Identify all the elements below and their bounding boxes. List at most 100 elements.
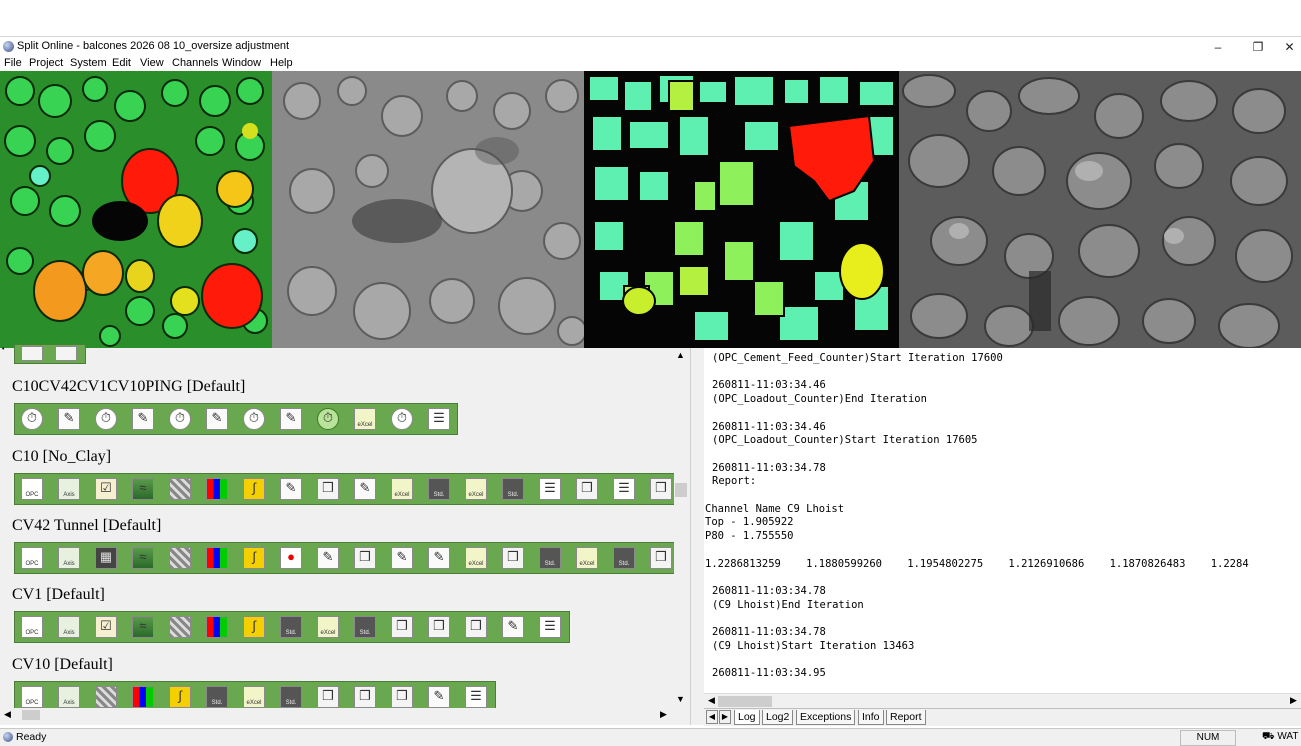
tab-info[interactable]: Info [858, 710, 884, 725]
axis-tool-icon[interactable]: Axis [58, 547, 80, 569]
std-tool-icon[interactable]: Std. [428, 478, 450, 500]
cube-tool-icon[interactable]: ❒ [391, 686, 413, 708]
check-tool-icon[interactable]: ☑ [95, 478, 117, 500]
cube-tool-icon[interactable]: ❒ [354, 686, 376, 708]
script-tool-icon[interactable]: ✎ [280, 478, 302, 500]
log-hscroll-thumb[interactable] [718, 696, 772, 707]
curve-tool-icon[interactable]: ∫ [243, 547, 265, 569]
report-tool-icon[interactable]: ☰ [428, 408, 450, 430]
script-tool-icon[interactable]: ✎ [428, 547, 450, 569]
opc-tool-icon[interactable]: OPC [21, 478, 43, 500]
tab-prev-icon[interactable]: ◀ [706, 710, 718, 724]
excel-tool-icon[interactable]: eXcel [576, 547, 598, 569]
channel-label-2[interactable]: CV42 Tunnel [Default] [12, 517, 161, 535]
curve-tool-icon[interactable]: ∫ [169, 686, 191, 708]
curve-tool-icon[interactable]: ∫ [243, 616, 265, 638]
channel-label-1[interactable]: C10 [No_Clay] [12, 448, 111, 466]
hscroll-thumb[interactable] [22, 710, 40, 720]
opc-tool-icon[interactable]: OPC [21, 616, 43, 638]
curve-tool-icon[interactable]: ∫ [243, 478, 265, 500]
rocks-tool-icon[interactable] [169, 547, 191, 569]
channel-label-4[interactable]: CV10 [Default] [12, 656, 113, 674]
left-horizontal-scrollbar[interactable]: ◀ ▶ [0, 708, 674, 722]
menu-view[interactable]: View [140, 57, 164, 69]
menu-help[interactable]: Help [270, 57, 293, 69]
excel-tool-icon[interactable]: eXcel [243, 686, 265, 708]
excel-tool-icon[interactable]: eXcel [317, 616, 339, 638]
opc-tool-icon[interactable]: OPC [21, 686, 43, 708]
excel-tool-icon[interactable]: eXcel [354, 408, 376, 430]
left-vertical-scrollbar[interactable]: ▲ ▼ [674, 348, 688, 708]
cube-tool-icon[interactable]: ❒ [650, 478, 672, 500]
timer-tool-icon[interactable]: ⏱ [243, 408, 265, 430]
cube-tool-icon[interactable]: ❒ [650, 547, 672, 569]
timer-tool-icon[interactable]: ⏱ [169, 408, 191, 430]
cube-tool-icon[interactable]: ❒ [354, 547, 376, 569]
std-tool-icon[interactable]: Std. [206, 686, 228, 708]
cube-tool-icon[interactable]: ❒ [576, 478, 598, 500]
timer-tool-icon[interactable]: ⏱ [391, 408, 413, 430]
script-tool-icon[interactable]: ✎ [58, 408, 80, 430]
minimize-button[interactable]: – [1198, 37, 1238, 57]
list-tool-icon[interactable]: ☰ [613, 478, 635, 500]
axis-tool-icon[interactable]: Axis [58, 478, 80, 500]
script-tool-icon[interactable]: ✎ [354, 478, 376, 500]
log-horizontal-scrollbar[interactable]: ◀ ▶ [704, 693, 1301, 709]
menu-window[interactable]: Window [222, 57, 261, 69]
cube-tool-icon[interactable]: ❒ [465, 616, 487, 638]
wave-tool-icon[interactable]: ≈ [132, 616, 154, 638]
raw-image-2[interactable] [899, 71, 1301, 348]
channel-label-3[interactable]: CV1 [Default] [12, 586, 105, 604]
cube-tool-icon[interactable]: ❒ [502, 547, 524, 569]
channel-label-0[interactable]: C10CV42CV1CV10PING [Default] [12, 378, 245, 396]
colors-tool-icon[interactable] [206, 616, 228, 638]
script-tool-icon[interactable]: ✎ [317, 547, 339, 569]
scroll-up-arrow-icon[interactable]: ▲ [676, 350, 685, 360]
script-tool-icon[interactable]: ✎ [428, 686, 450, 708]
cube-tool-icon[interactable]: ❒ [317, 686, 339, 708]
std-tool-icon[interactable]: Std. [354, 616, 376, 638]
cube-tool-icon[interactable]: ❒ [391, 616, 413, 638]
wave-tool-icon[interactable]: ≈ [132, 547, 154, 569]
timer-tool-icon[interactable]: ⏱ [317, 408, 339, 430]
cube-tool-icon[interactable]: ❒ [428, 616, 450, 638]
check-tool-icon[interactable]: ☑ [95, 616, 117, 638]
cube-tool-icon[interactable]: ❒ [317, 478, 339, 500]
segmented-image-1[interactable] [0, 71, 272, 348]
std-tool-icon[interactable]: Std. [613, 547, 635, 569]
timer-tool-icon[interactable]: ⏱ [95, 408, 117, 430]
timer-tool-icon[interactable]: ⏱ [21, 408, 43, 430]
timer-tool-icon[interactable] [21, 346, 43, 361]
report-tool-icon[interactable]: ☰ [465, 686, 487, 708]
rocks-tool-icon[interactable] [169, 616, 191, 638]
maximize-button[interactable]: ❐ [1238, 37, 1278, 57]
excel-tool-icon[interactable]: eXcel [391, 478, 413, 500]
list-tool-icon[interactable]: ☰ [539, 478, 561, 500]
tab-exceptions[interactable]: Exceptions [796, 710, 856, 725]
menu-channels[interactable]: Channels [172, 57, 218, 69]
menu-edit[interactable]: Edit [112, 57, 131, 69]
scroll-thumb[interactable] [675, 483, 687, 497]
excel-tool-icon[interactable]: eXcel [465, 547, 487, 569]
wave-tool-icon[interactable]: ≈ [132, 478, 154, 500]
script-tool-icon[interactable]: ✎ [132, 408, 154, 430]
axis-tool-icon[interactable]: Axis [58, 616, 80, 638]
std-tool-icon[interactable]: Std. [280, 686, 302, 708]
tab-report[interactable]: Report [886, 710, 926, 725]
script-tool-icon[interactable]: ✎ [206, 408, 228, 430]
dot-tool-icon[interactable]: ● [280, 547, 302, 569]
log-scroll-right-icon[interactable]: ▶ [1290, 695, 1297, 706]
colors-tool-icon[interactable] [206, 478, 228, 500]
raw-image-1[interactable] [272, 71, 584, 348]
rocks-tool-icon[interactable] [95, 686, 117, 708]
scroll-right-arrow-icon[interactable]: ▶ [660, 709, 667, 720]
menu-system[interactable]: System [70, 57, 107, 69]
segmented-image-2[interactable] [584, 71, 899, 348]
tab-next-icon[interactable]: ▶ [719, 710, 731, 724]
calc-tool-icon[interactable]: ▦ [95, 547, 117, 569]
script-tool-icon[interactable] [55, 346, 77, 361]
std-tool-icon[interactable]: Std. [502, 478, 524, 500]
colors-tool-icon[interactable] [132, 686, 154, 708]
tab-log2[interactable]: Log2 [762, 710, 794, 725]
opc-tool-icon[interactable]: OPC [21, 547, 43, 569]
